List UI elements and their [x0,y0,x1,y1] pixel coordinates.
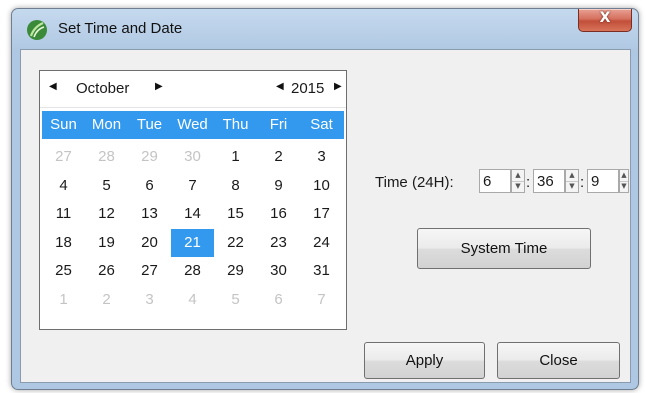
calendar-day[interactable]: 6 [128,172,171,201]
calendar-day[interactable]: 17 [300,200,343,229]
hour-input[interactable]: 6 [479,169,511,193]
calendar-day[interactable]: 1 [42,286,85,315]
calendar-week: 25 26 27 28 29 30 31 [42,257,344,286]
calendar-days: 27 28 29 30 1 2 3 4 5 6 7 8 9 10 11 12 1… [42,143,344,314]
system-time-button[interactable]: System Time [417,228,591,269]
calendar-day[interactable]: 19 [85,229,128,258]
calendar-day[interactable]: 1 [214,143,257,172]
time-separator: : [526,174,531,191]
calendar-day[interactable]: 10 [300,172,343,201]
calendar-day[interactable]: 31 [300,257,343,286]
calendar-day[interactable]: 2 [257,143,300,172]
calendar-day[interactable]: 27 [42,143,85,172]
close-button[interactable]: Close [497,342,620,379]
calendar-week: 1 2 3 4 5 6 7 [42,286,344,315]
hour-spin-buttons: ▲ ▼ [511,169,525,193]
set-time-date-window: Set Time and Date X ◀ October ▶ ◀ 2015 ▶… [11,8,639,390]
calendar-day[interactable]: 22 [214,229,257,258]
weekday-tue: Tue [136,116,163,133]
calendar-day[interactable]: 14 [171,200,214,229]
calendar-day[interactable]: 29 [214,257,257,286]
calendar-week: 11 12 13 14 15 16 17 [42,200,344,229]
calendar-day[interactable]: 27 [128,257,171,286]
weekday-thu: Thu [222,116,249,133]
calendar-day[interactable]: 26 [85,257,128,286]
calendar-day[interactable]: 16 [257,200,300,229]
calendar-day[interactable]: 4 [42,172,85,201]
weekday-fri: Fri [269,116,288,133]
apply-button[interactable]: Apply [364,342,485,379]
calendar-week: 27 28 29 30 1 2 3 [42,143,344,172]
calendar-header: ◀ October ▶ ◀ 2015 ▶ [40,71,346,108]
calendar-day[interactable]: 3 [300,143,343,172]
calendar-week: 4 5 6 7 8 9 10 [42,172,344,201]
calendar: ◀ October ▶ ◀ 2015 ▶ Sun Mon Tue Wed Thu… [39,70,347,330]
prev-month-icon[interactable]: ◀ [49,81,57,92]
dialog-body: ◀ October ▶ ◀ 2015 ▶ Sun Mon Tue Wed Thu… [20,49,631,383]
weekday-wed: Wed [177,116,208,133]
calendar-day[interactable]: 12 [85,200,128,229]
next-month-icon[interactable]: ▶ [155,81,163,92]
calendar-day[interactable]: 28 [85,143,128,172]
weekday-sat: Sat [310,116,333,133]
calendar-day[interactable]: 9 [257,172,300,201]
spin-down-icon[interactable]: ▼ [512,181,524,192]
calendar-day[interactable]: 28 [171,257,214,286]
calendar-day[interactable]: 30 [171,143,214,172]
calendar-day[interactable]: 20 [128,229,171,258]
minute-input[interactable]: 36 [533,169,565,193]
calendar-day[interactable]: 5 [214,286,257,315]
second-spinner: 9 ▲ ▼ [587,169,629,195]
spin-down-icon[interactable]: ▼ [566,181,578,192]
calendar-week: 18 19 20 21 22 23 24 [42,228,344,258]
weekday-sun: Sun [50,116,77,133]
calendar-day-selected[interactable]: 21 [171,228,214,257]
prev-year-icon[interactable]: ◀ [276,81,284,92]
window-close-button[interactable]: X [578,9,632,32]
next-year-icon[interactable]: ▶ [334,81,342,92]
calendar-day[interactable]: 7 [300,286,343,315]
calendar-day[interactable]: 30 [257,257,300,286]
spin-down-icon[interactable]: ▼ [620,181,628,192]
calendar-day[interactable]: 25 [42,257,85,286]
calendar-day[interactable]: 23 [257,229,300,258]
calendar-day[interactable]: 3 [128,286,171,315]
calendar-day[interactable]: 5 [85,172,128,201]
weekday-mon: Mon [91,116,122,133]
close-icon: X [599,10,611,26]
calendar-day[interactable]: 11 [42,200,85,229]
calendar-day[interactable]: 7 [171,172,214,201]
title-bar[interactable]: Set Time and Date X [12,9,638,49]
window-title: Set Time and Date [58,20,183,37]
weekday-header: Sun Mon Tue Wed Thu Fri Sat [42,111,344,139]
hour-spinner: 6 ▲ ▼ [479,169,525,195]
year-label: 2015 [291,80,325,97]
minute-spinner: 36 ▲ ▼ [533,169,579,195]
app-logo-icon [27,20,47,40]
second-spin-buttons: ▲ ▼ [619,169,629,193]
calendar-day[interactable]: 18 [42,229,85,258]
calendar-day[interactable]: 4 [171,286,214,315]
time-separator: : [580,174,585,191]
calendar-day[interactable]: 8 [214,172,257,201]
minute-spin-buttons: ▲ ▼ [565,169,579,193]
time-label: Time (24H): [375,174,454,191]
calendar-day[interactable]: 2 [85,286,128,315]
calendar-day[interactable]: 24 [300,229,343,258]
calendar-day[interactable]: 13 [128,200,171,229]
second-input[interactable]: 9 [587,169,619,193]
month-label: October [76,80,130,97]
calendar-day[interactable]: 6 [257,286,300,315]
calendar-day[interactable]: 15 [214,200,257,229]
calendar-day[interactable]: 29 [128,143,171,172]
